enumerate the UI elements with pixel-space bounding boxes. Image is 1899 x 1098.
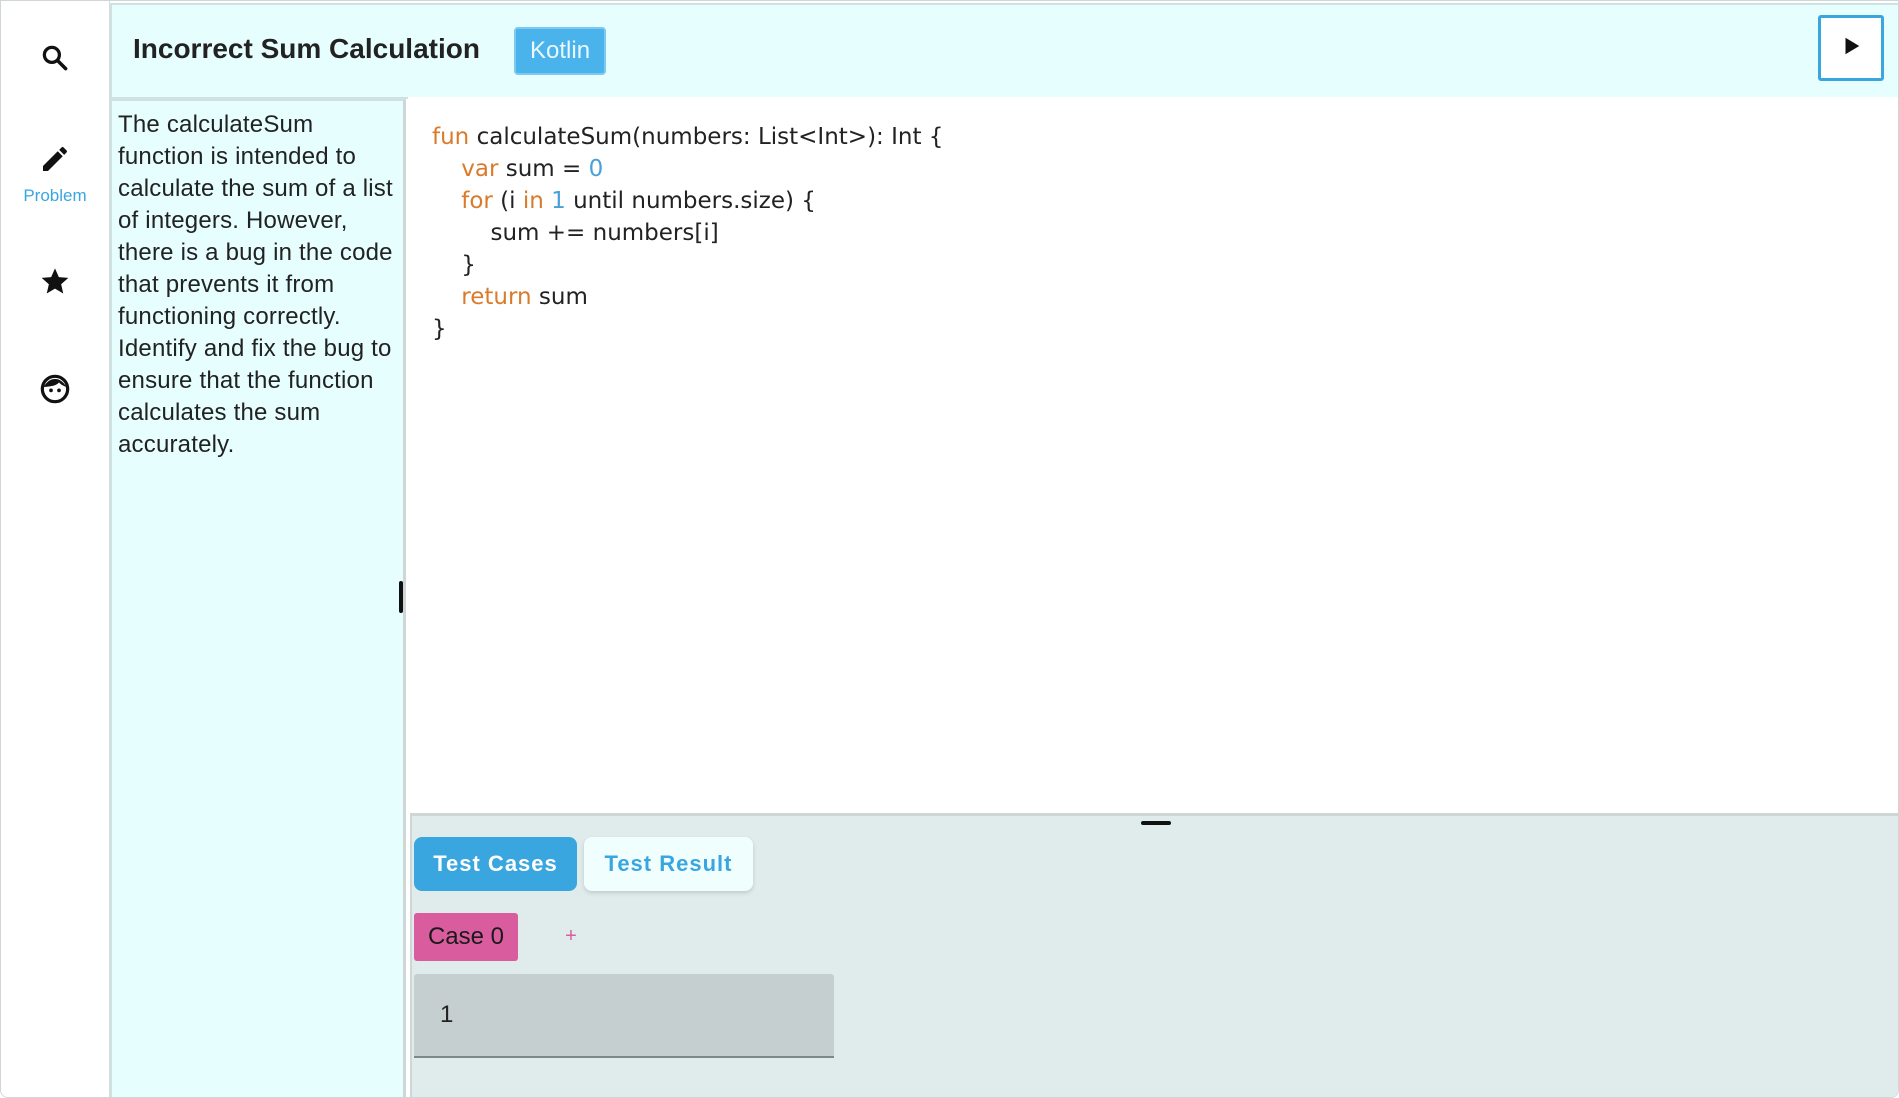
star-icon [39,265,71,302]
case-0-chip[interactable]: Case 0 [414,913,518,961]
problem-description: The calculateSum function is intended to… [118,111,393,458]
vertical-resize-handle[interactable] [399,581,403,613]
side-nav: Problem [1,1,110,1097]
run-button[interactable] [1818,15,1884,81]
problem-description-panel: The calculateSum function is intended to… [110,99,406,1097]
search-icon [40,43,70,78]
nav-problem-label: Problem [23,186,87,205]
nav-search[interactable] [1,43,109,78]
add-case-button[interactable]: + [559,922,583,950]
problem-header: Incorrect Sum Calculation Kotlin [110,3,1898,99]
nav-profile[interactable] [1,373,109,410]
nav-problem[interactable]: Problem [1,143,109,206]
horizontal-resize-handle[interactable] [1141,821,1171,825]
code-content[interactable]: fun calculateSum(numbers: List<Int>): In… [432,121,943,345]
test-panel: Test Cases Test Result Case 0 + [410,813,1898,1097]
play-icon [1840,35,1862,62]
app-window: Problem Incorrect Sum Calculation Kotlin… [0,0,1899,1098]
code-editor[interactable]: fun calculateSum(numbers: List<Int>): In… [408,97,1898,813]
case-input-field[interactable] [414,974,834,1058]
tab-test-result[interactable]: Test Result [584,837,753,891]
page-title: Incorrect Sum Calculation [133,33,480,64]
language-badge[interactable]: Kotlin [514,27,607,75]
nav-favorites[interactable] [1,265,109,302]
pencil-icon [39,143,71,180]
face-icon [39,373,71,410]
tab-test-cases[interactable]: Test Cases [414,837,577,891]
